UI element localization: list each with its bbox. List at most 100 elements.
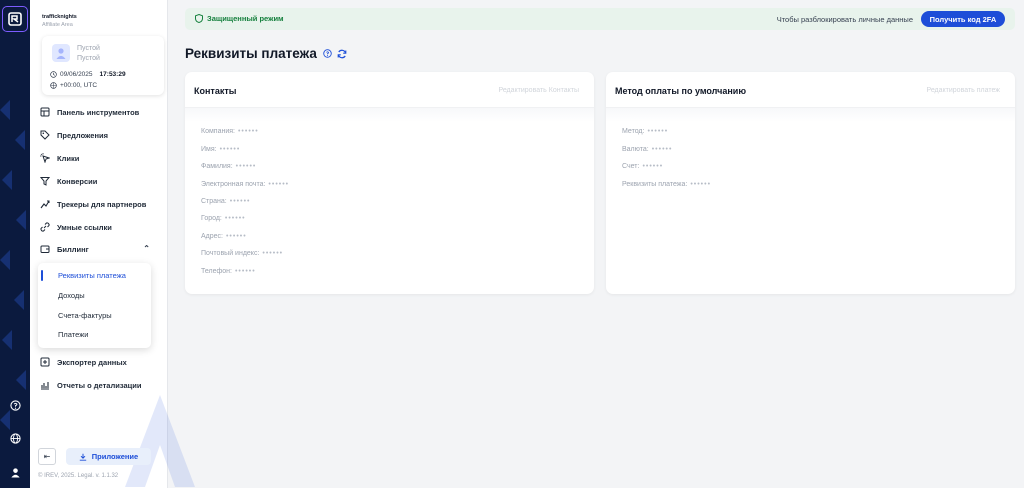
nav-label: Биллинг <box>57 244 89 254</box>
payment-field-method: Метод: •••••• <box>622 128 668 135</box>
nav-dashboard[interactable]: Панель инструментов <box>40 104 164 120</box>
tag-icon <box>40 130 50 140</box>
user-last-name: Пустой <box>77 55 100 62</box>
edit-contacts-button[interactable]: Редактировать Контакты <box>498 87 579 94</box>
contact-field-phone: Телефон: •••••• <box>201 268 256 275</box>
submenu-income[interactable]: Доходы <box>38 287 151 303</box>
user-icon[interactable] <box>0 462 30 482</box>
user-datetime: 09/06/2025 17:53:29 <box>50 71 126 78</box>
contact-field-company: Компания: •••••• <box>201 128 259 135</box>
nav-smart-links[interactable]: Умные ссылки <box>40 219 164 235</box>
nav-billing[interactable]: Биллинг ⌃ <box>40 241 164 257</box>
get-2fa-code-button[interactable]: Получить код 2FA <box>921 11 1005 27</box>
nav-label: Предложения <box>57 130 108 140</box>
brand-subtitle: Affiliate Area <box>42 22 73 28</box>
link-icon <box>40 222 50 232</box>
sidebar: trafficknights Affiliate Area Пустой Пус… <box>30 0 195 488</box>
export-icon <box>40 357 50 367</box>
tracker-icon <box>40 199 50 209</box>
logo-icon <box>8 12 22 26</box>
avatar[interactable] <box>52 44 70 62</box>
field-label: Город: <box>201 215 222 222</box>
user-time: 17:53:29 <box>99 71 126 78</box>
nav-label: Клики <box>57 153 80 163</box>
user-date: 09/06/2025 <box>60 71 93 78</box>
field-value: •••••• <box>651 146 673 153</box>
collapse-sidebar-button[interactable]: ⇤ <box>38 448 56 465</box>
dashboard-icon <box>40 107 50 117</box>
nav-clicks[interactable]: Клики <box>40 150 164 166</box>
sidebar-decoration <box>125 395 195 487</box>
download-icon <box>79 453 86 461</box>
card-shade <box>606 108 1015 122</box>
user-timezone-text: +00:00, UTC <box>60 82 98 89</box>
field-label: Компания: <box>201 128 235 135</box>
payment-field-account: Счет: •••••• <box>622 163 663 170</box>
filter-icon <box>40 176 50 186</box>
field-value: •••••• <box>229 198 251 205</box>
nav-label: Конверсии <box>57 176 98 186</box>
field-value: •••••• <box>234 268 256 275</box>
nav-label: Экспортер данных <box>57 357 127 367</box>
contact-field-postal-code: Почтовый индекс: •••••• <box>201 250 283 257</box>
protected-mode-text: Защищенный режим <box>207 14 284 23</box>
card-shade <box>185 108 594 122</box>
field-value: •••••• <box>690 181 712 188</box>
payment-method-card: Метод оплаты по умолчанию Редактировать … <box>606 72 1015 294</box>
app-logo[interactable] <box>2 6 28 32</box>
field-label: Страна: <box>201 198 227 205</box>
nav-label: Умные ссылки <box>57 222 112 232</box>
user-card: Пустой Пустой 09/06/2025 17:53:29 +00:00… <box>42 36 164 95</box>
payment-field-details: Реквизиты платежа: •••••• <box>622 181 711 188</box>
unlock-text: Чтобы разблокировать личные данные <box>776 15 913 24</box>
field-value: •••••• <box>225 233 247 240</box>
refresh-icon[interactable] <box>337 49 347 59</box>
page-title: Реквизиты платежа <box>185 46 347 61</box>
rail-pattern <box>0 100 26 430</box>
copyright: © IREV, 2025. Legal. v. 1.1.32 <box>38 473 119 479</box>
contact-field-city: Город: •••••• <box>201 215 246 222</box>
user-name: Пустой Пустой <box>77 44 100 64</box>
nav-partner-trackers[interactable]: Трекеры для партнеров <box>40 196 164 212</box>
contact-field-first-name: Имя: •••••• <box>201 146 240 153</box>
field-label: Реквизиты платежа: <box>622 181 688 188</box>
clock-icon <box>50 71 57 78</box>
app-rail <box>0 0 30 488</box>
field-label: Имя: <box>201 146 217 153</box>
submenu-payment-details[interactable]: Реквизиты платежа <box>38 267 151 283</box>
avatar-icon <box>56 48 66 59</box>
field-label: Телефон: <box>201 268 232 275</box>
globe-icon[interactable] <box>0 428 30 448</box>
chevron-up-icon[interactable]: ⌃ <box>143 244 150 253</box>
contact-field-address: Адрес: •••••• <box>201 233 247 240</box>
field-value: •••••• <box>268 181 290 188</box>
field-label: Счет: <box>622 163 640 170</box>
submenu-payments[interactable]: Платежи <box>38 326 151 342</box>
protected-mode-label: Защищенный режим <box>195 14 284 23</box>
report-icon <box>40 380 50 390</box>
help-circle-icon[interactable] <box>323 49 332 58</box>
edit-payment-button[interactable]: Редактировать платеж <box>926 87 1000 94</box>
user-first-name: Пустой <box>77 45 100 52</box>
globe-small-icon <box>50 82 57 89</box>
contacts-card: Контакты Редактировать Контакты Компания… <box>185 72 594 294</box>
collapse-icon: ⇤ <box>43 452 51 461</box>
nav-conversions[interactable]: Конверсии <box>40 173 164 189</box>
field-label: Почтовый индекс: <box>201 250 260 257</box>
nav-offers[interactable]: Предложения <box>40 127 164 143</box>
field-value: •••••• <box>219 146 241 153</box>
help-icon[interactable] <box>0 395 30 415</box>
submenu-invoices[interactable]: Счета-фактуры <box>38 307 151 323</box>
nav-data-exporter[interactable]: Экспортер данных <box>40 354 164 370</box>
field-label: Валюта: <box>622 146 649 153</box>
contacts-card-title: Контакты <box>194 86 237 96</box>
title-icons <box>323 49 347 59</box>
nav-detail-reports[interactable]: Отчеты о детализации <box>40 377 164 393</box>
contact-field-last-name: Фамилия: •••••• <box>201 163 256 170</box>
payment-field-currency: Валюта: •••••• <box>622 146 672 153</box>
field-value: •••••• <box>235 163 257 170</box>
app-download-button[interactable]: Приложение <box>66 448 151 465</box>
nav-label: Отчеты о детализации <box>57 380 142 390</box>
field-label: Фамилия: <box>201 163 233 170</box>
app-button-label: Приложение <box>91 452 139 461</box>
